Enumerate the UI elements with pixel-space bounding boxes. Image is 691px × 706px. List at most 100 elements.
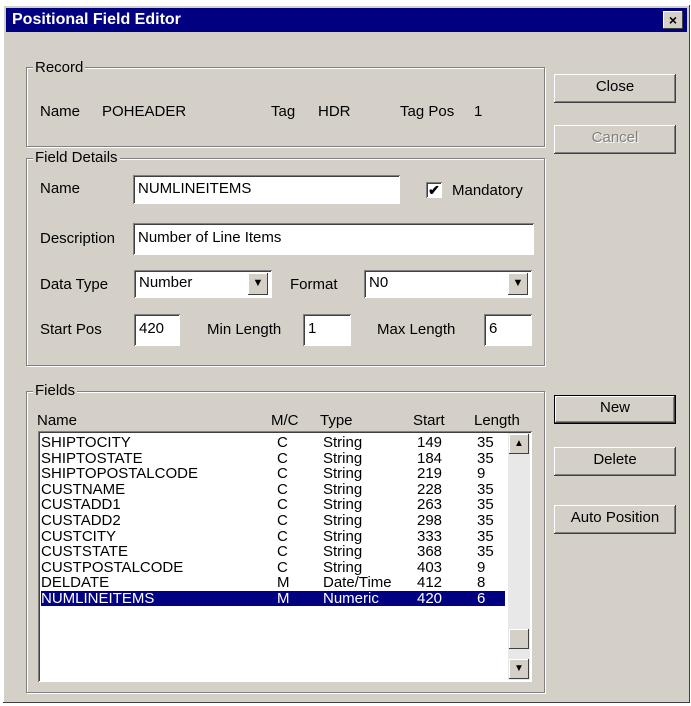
cell-name: SHIPTOCITY bbox=[41, 434, 131, 451]
mandatory-label: Mandatory bbox=[452, 182, 523, 199]
cell-name: NUMLINEITEMS bbox=[41, 590, 155, 607]
table-row[interactable]: NUMLINEITEMS M Numeric 420 6 bbox=[41, 591, 505, 606]
scroll-up-icon[interactable]: ▲ bbox=[509, 434, 529, 454]
table-row[interactable]: SHIPTOSTATE C String 184 35 bbox=[41, 451, 505, 466]
field-details-legend: Field Details bbox=[33, 149, 120, 166]
cell-name: CUSTSTATE bbox=[41, 543, 128, 561]
cell-length: 6 bbox=[477, 590, 486, 607]
field-name-input[interactable]: NUMLINEITEMS bbox=[133, 175, 400, 204]
table-row[interactable]: CUSTSTATE C String 368 35 bbox=[41, 544, 505, 559]
cell-start: 184 bbox=[417, 449, 443, 467]
datatype-dropdown-icon[interactable]: ▼ bbox=[248, 273, 268, 295]
cell-name: SHIPTOPOSTALCODE bbox=[41, 465, 198, 483]
cell-start: 403 bbox=[417, 558, 443, 576]
cell-start: 263 bbox=[417, 496, 443, 514]
column-header-length[interactable]: Length bbox=[474, 412, 520, 430]
maxlength-label: Max Length bbox=[377, 321, 456, 338]
cell-length: 35 bbox=[477, 449, 494, 467]
cell-start: 412 bbox=[417, 574, 443, 592]
cell-type: String bbox=[323, 480, 363, 498]
record-tag-value: HDR bbox=[318, 103, 351, 120]
record-tagpos-value: 1 bbox=[474, 103, 483, 120]
scrollbar-thumb[interactable] bbox=[509, 629, 529, 649]
maxlength-input[interactable]: 6 bbox=[484, 314, 532, 346]
cell-mc: C bbox=[277, 527, 288, 545]
cell-type: Date/Time bbox=[323, 574, 392, 592]
close-icon[interactable]: × bbox=[663, 11, 683, 29]
cell-name: CUSTADD2 bbox=[41, 512, 121, 529]
window-title: Positional Field Editor bbox=[12, 11, 181, 28]
scroll-down-icon[interactable]: ▼ bbox=[509, 659, 529, 679]
cell-length: 9 bbox=[477, 465, 486, 483]
format-dropdown-icon[interactable]: ▼ bbox=[508, 273, 528, 295]
cell-start: 368 bbox=[417, 543, 443, 561]
cell-length: 8 bbox=[477, 574, 486, 592]
delete-button[interactable]: Delete bbox=[554, 447, 676, 476]
cell-type: String bbox=[323, 496, 363, 514]
fields-legend: Fields bbox=[33, 382, 78, 399]
cell-length: 35 bbox=[477, 527, 494, 545]
cell-length: 35 bbox=[477, 512, 494, 529]
record-tag-label: Tag bbox=[271, 103, 296, 120]
minlength-label: Min Length bbox=[207, 321, 282, 338]
format-label: Format bbox=[290, 276, 338, 293]
cell-length: 35 bbox=[477, 496, 494, 514]
cell-mc: C bbox=[277, 558, 288, 576]
table-row[interactable]: DELDATE M Date/Time 412 8 bbox=[41, 575, 505, 590]
column-header-type[interactable]: Type bbox=[320, 412, 353, 430]
datatype-label: Data Type bbox=[40, 276, 109, 293]
close-button[interactable]: Close bbox=[554, 74, 676, 103]
table-row[interactable]: SHIPTOCITY C String 149 35 bbox=[41, 435, 505, 450]
cancel-button[interactable]: Cancel bbox=[554, 125, 676, 154]
column-header-name[interactable]: Name bbox=[37, 412, 77, 430]
cell-type: String bbox=[323, 512, 363, 529]
table-row[interactable]: CUSTCITY C String 333 35 bbox=[41, 529, 505, 544]
auto-position-button[interactable]: Auto Position bbox=[554, 505, 676, 534]
cell-type: String bbox=[323, 465, 363, 483]
description-label: Description bbox=[40, 230, 116, 247]
column-header-mc[interactable]: M/C bbox=[271, 412, 299, 430]
cell-type: Numeric bbox=[323, 590, 379, 607]
table-row[interactable]: CUSTNAME C String 228 35 bbox=[41, 482, 505, 497]
description-input[interactable]: Number of Line Items bbox=[133, 223, 534, 255]
column-header-start[interactable]: Start bbox=[413, 412, 445, 430]
cell-type: String bbox=[323, 527, 363, 545]
cell-mc: C bbox=[277, 543, 288, 561]
startpos-input[interactable]: 420 bbox=[134, 314, 180, 346]
startpos-label: Start Pos bbox=[40, 321, 102, 338]
table-row[interactable]: CUSTADD2 C String 298 35 bbox=[41, 513, 505, 528]
cell-start: 219 bbox=[417, 465, 443, 483]
cell-mc: C bbox=[277, 465, 288, 483]
cell-start: 420 bbox=[417, 590, 443, 607]
format-select[interactable]: N0 bbox=[364, 270, 532, 298]
cell-length: 35 bbox=[477, 480, 494, 498]
cell-start: 149 bbox=[417, 434, 443, 451]
cell-mc: M bbox=[277, 590, 290, 607]
cell-name: CUSTPOSTALCODE bbox=[41, 558, 184, 576]
cell-length: 35 bbox=[477, 434, 494, 451]
record-name-label: Name bbox=[40, 103, 81, 120]
minlength-input[interactable]: 1 bbox=[303, 314, 351, 346]
cell-mc: C bbox=[277, 449, 288, 467]
mandatory-checkbox[interactable]: ✔ bbox=[426, 182, 442, 198]
cell-start: 333 bbox=[417, 527, 443, 545]
record-name-value: POHEADER bbox=[102, 103, 187, 120]
table-row[interactable]: CUSTADD1 C String 263 35 bbox=[41, 497, 505, 512]
table-row[interactable]: SHIPTOPOSTALCODE C String 219 9 bbox=[41, 466, 505, 481]
cell-name: CUSTCITY bbox=[41, 527, 116, 545]
cell-length: 35 bbox=[477, 543, 494, 561]
cell-name: DELDATE bbox=[41, 574, 110, 592]
table-row[interactable]: CUSTPOSTALCODE C String 403 9 bbox=[41, 560, 505, 575]
record-tagpos-label: Tag Pos bbox=[400, 103, 455, 120]
record-legend: Record bbox=[33, 59, 86, 76]
cell-start: 228 bbox=[417, 480, 443, 498]
cell-type: String bbox=[323, 558, 363, 576]
cell-name: CUSTADD1 bbox=[41, 496, 121, 514]
cell-mc: M bbox=[277, 574, 290, 592]
cell-mc: C bbox=[277, 512, 288, 529]
cell-start: 298 bbox=[417, 512, 443, 529]
cell-mc: C bbox=[277, 480, 288, 498]
cell-length: 9 bbox=[477, 558, 486, 576]
fields-listbox[interactable]: SHIPTOCITY C String 149 35 SHIPTOSTATE C String… bbox=[38, 431, 532, 682]
new-button[interactable]: New bbox=[554, 395, 676, 424]
